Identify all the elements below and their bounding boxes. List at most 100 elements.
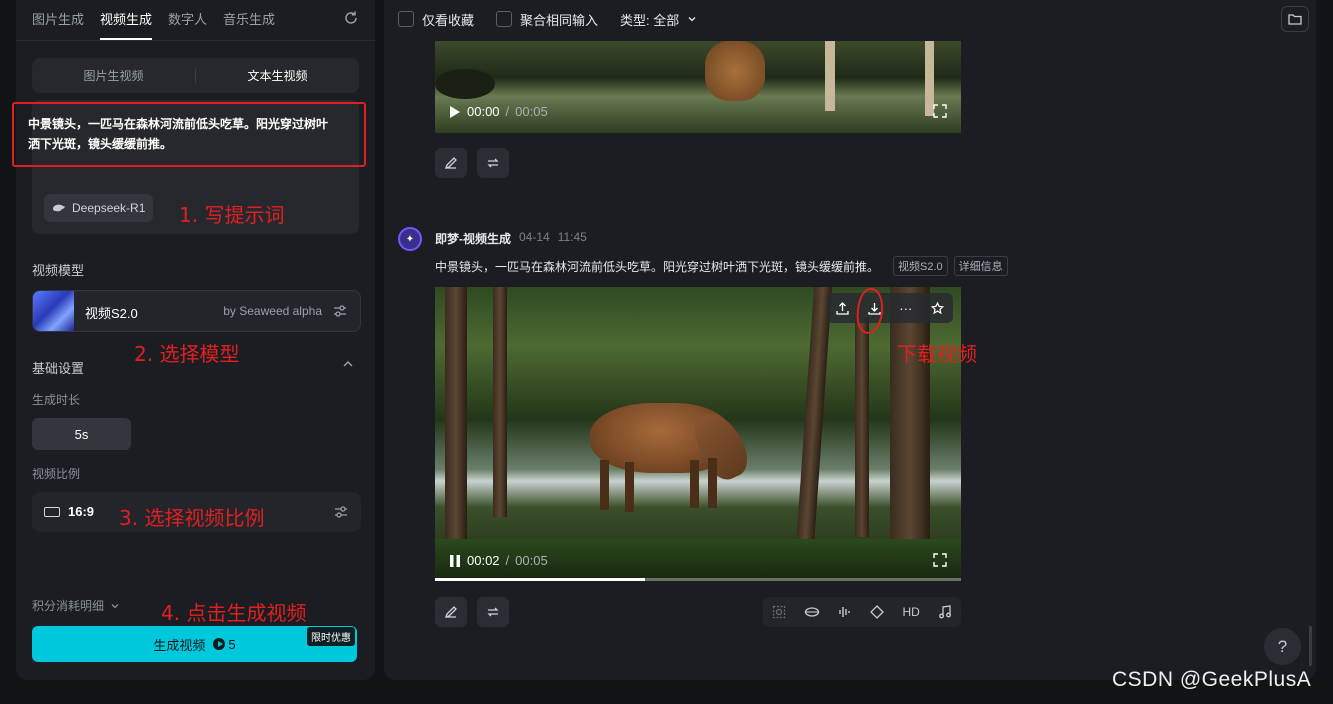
play-icon[interactable] (449, 105, 461, 119)
scrollbar[interactable] (1309, 626, 1312, 666)
generate-button[interactable]: 生成视频 5 限时优惠 (32, 626, 357, 662)
avatar: ✦ (398, 227, 422, 251)
video1-rock (435, 69, 495, 99)
duration-label: 生成时长 (32, 393, 81, 407)
star-icon[interactable] (930, 301, 944, 315)
share-icon[interactable] (836, 301, 849, 315)
folder-icon (1288, 14, 1302, 25)
pause-icon[interactable] (449, 554, 461, 568)
favorites-label: 仅看收藏 (422, 12, 475, 28)
aspect-ratio-icon (44, 507, 60, 517)
edit-button[interactable] (435, 148, 467, 178)
mode-image-to-video[interactable]: 图片生视频 (32, 58, 195, 93)
folder-button[interactable] (1281, 6, 1309, 32)
regenerate-button[interactable] (477, 597, 509, 627)
message-prompt: 中景镜头，一匹马在森林河流前低头吃草。阳光穿过树叶洒下光斑，镜头缓缓前推。 (435, 259, 880, 274)
chevron-down-icon (111, 603, 119, 608)
model-thumbnail (33, 291, 74, 331)
video2-progress-bar[interactable] (435, 578, 961, 581)
annotation-step3: 3. 选择视频比例 (119, 506, 265, 530)
horse-leg (708, 458, 717, 508)
deepseek-chip[interactable]: Deepseek-R1 (44, 194, 154, 222)
mode-switch: 图片生视频 文本生视频 (32, 58, 359, 93)
video2-total-time: 00:05 (515, 553, 548, 568)
pencil-icon (444, 606, 457, 619)
whale-icon (52, 204, 65, 212)
horse-leg (625, 462, 634, 512)
duration-button[interactable]: 5s (32, 418, 131, 450)
tree-trunk (855, 317, 869, 537)
chevron-up-icon[interactable] (342, 358, 354, 370)
merge-checkbox[interactable] (496, 11, 513, 27)
repeat-icon (487, 607, 499, 617)
message-prompt-row: 中景镜头，一匹马在森林河流前低头吃草。阳光穿过树叶洒下光斑，镜头缓缓前推。 视频… (435, 256, 1008, 276)
type-filter-dropdown[interactable]: 类型: 全部 (620, 10, 697, 29)
message-date: 04-14 (519, 230, 550, 244)
horse-leg (690, 460, 699, 508)
filter-favorites[interactable]: 仅看收藏 (398, 10, 474, 29)
model-by: by Seaweed alpha (223, 304, 322, 318)
edit-button[interactable] (435, 597, 467, 627)
tab-video-gen[interactable]: 视频生成 (100, 0, 153, 40)
annotation-download: 下载视频 (897, 342, 977, 366)
credits-detail[interactable]: 积分消耗明细 (32, 597, 120, 614)
fullscreen-icon[interactable] (933, 553, 947, 567)
filter-bar: 仅看收藏 聚合相同输入 类型: 全部 (398, 8, 707, 30)
lips-icon[interactable] (804, 606, 820, 618)
watermark: CSDN @GeekPlusA (1112, 668, 1312, 691)
generate-cost: 5 (213, 636, 236, 652)
music-icon[interactable] (938, 605, 952, 619)
video1-controls: 00:00 / 00:05 (449, 104, 548, 119)
type-filter-label: 类型: 全部 (620, 12, 680, 28)
more-icon[interactable]: ··· (899, 301, 912, 316)
tree-trunk (445, 287, 467, 581)
chevron-down-icon (688, 17, 696, 22)
model-section-title: 视频模型 (32, 263, 85, 278)
tab-image-gen[interactable]: 图片生成 (32, 0, 84, 40)
model-name: 视频S2.0 (85, 306, 138, 321)
refresh-icon[interactable] (343, 10, 361, 28)
top-tabs: 图片生成 视频生成 数字人 音乐生成 (32, 0, 275, 40)
video-player-1[interactable] (435, 41, 961, 133)
divider (16, 40, 375, 41)
audio-wave-icon[interactable] (838, 605, 852, 619)
filter-merge[interactable]: 聚合相同输入 (496, 10, 598, 29)
merge-label: 聚合相同输入 (520, 12, 599, 28)
video-action-bar: ··· (827, 293, 953, 323)
model-selector[interactable]: 视频S2.0 by Seaweed alpha (32, 290, 361, 332)
mode-text-to-video[interactable]: 文本生视频 (196, 58, 359, 93)
video-tools: HD (763, 597, 961, 627)
video1-horse-leg (825, 41, 835, 111)
annotation-highlight-box (12, 102, 366, 167)
favorites-checkbox[interactable] (398, 11, 414, 27)
deepseek-label: Deepseek-R1 (72, 201, 146, 215)
video1-total-time: 00:05 (515, 104, 548, 119)
diamond-icon[interactable] (870, 605, 885, 619)
annotation-step2: 2. 选择模型 (134, 342, 240, 366)
repeat-icon (487, 158, 499, 168)
ratio-settings-icon[interactable] (333, 504, 349, 520)
generate-label: 生成视频 (153, 637, 206, 653)
horse-leg (600, 460, 609, 510)
regenerate-button[interactable] (477, 148, 509, 178)
video2-progress-fill (435, 578, 646, 581)
tab-music-gen[interactable]: 音乐生成 (223, 0, 275, 40)
model-tag[interactable]: 视频S2.0 (893, 256, 948, 276)
video2-current-time: 00:02 (467, 553, 500, 568)
settings-sliders-icon[interactable] (332, 303, 348, 319)
hd-button[interactable]: HD (902, 605, 919, 619)
promo-badge: 限时优惠 (307, 627, 355, 646)
tree-trunk (795, 287, 833, 547)
frame-search-icon[interactable] (772, 605, 786, 619)
credits-label: 积分消耗明细 (32, 599, 105, 613)
fullscreen-icon[interactable] (933, 104, 947, 118)
generate-cost-value: 5 (228, 636, 236, 652)
help-button[interactable]: ? (1264, 628, 1301, 665)
basic-settings-title: 基础设置 (32, 361, 85, 376)
detail-tag[interactable]: 详细信息 (953, 256, 1008, 276)
pencil-icon (444, 157, 457, 170)
video1-horse-head (705, 41, 765, 101)
message-header: 即梦-视频生成 04-14 11:45 (435, 230, 587, 247)
tab-digital-human[interactable]: 数字人 (168, 0, 207, 40)
video1-current-time: 00:00 (467, 104, 500, 119)
